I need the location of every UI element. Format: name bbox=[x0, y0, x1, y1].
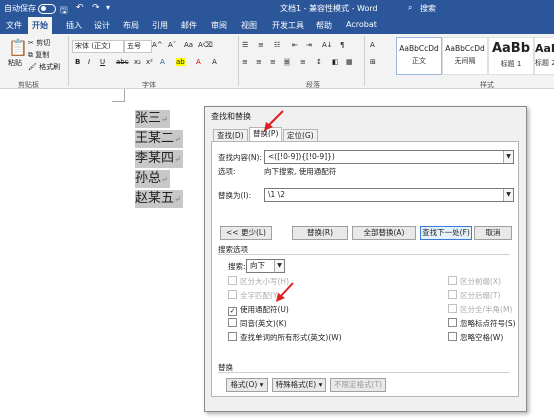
arrow-icon bbox=[276, 282, 294, 302]
annotation-arrows bbox=[264, 110, 294, 302]
arrow-icon bbox=[264, 110, 284, 131]
